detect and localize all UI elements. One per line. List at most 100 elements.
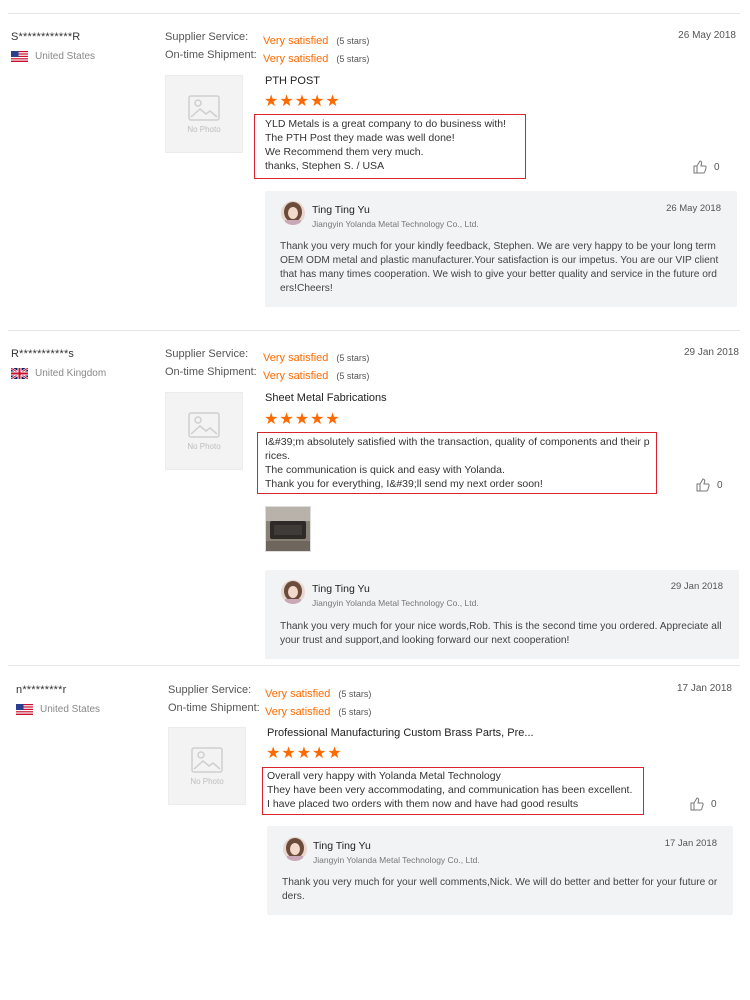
review-date: 17 Jan 2018 xyxy=(676,683,732,694)
supplier-service-rating: Very satisfied (5 stars) xyxy=(263,348,369,366)
like-button[interactable]: 0 xyxy=(696,478,723,492)
buyer-name: n*********r xyxy=(16,684,67,696)
product-title[interactable]: Sheet Metal Fabrications xyxy=(265,392,387,404)
star-icon: ★ xyxy=(327,745,342,762)
supplier-reply: Ting Ting Yu Jiangyin Yolanda Metal Tech… xyxy=(267,826,733,915)
divider xyxy=(8,665,740,666)
buyer-country: United States xyxy=(16,704,100,715)
buyer-country: United Kingdom xyxy=(11,368,106,379)
ontime-shipment-value: Very satisfied xyxy=(263,370,329,382)
review-comment: YLD Metals is a great company to do busi… xyxy=(265,118,507,172)
us-flag-icon xyxy=(16,704,33,715)
star-icon: ★ xyxy=(281,745,296,762)
star-icon: ★ xyxy=(296,745,312,762)
supplier-service-rating: Very satisfied (5 stars) xyxy=(263,31,369,49)
image-placeholder-icon xyxy=(188,411,220,438)
like-button[interactable]: 0 xyxy=(693,160,720,174)
reply-date: 17 Jan 2018 xyxy=(664,838,717,849)
ontime-shipment-label: On-time Shipment: xyxy=(168,702,260,714)
star-icon: ★ xyxy=(325,93,340,110)
ontime-shipment-rating: Very satisfied (5 stars) xyxy=(265,702,371,720)
star-icon: ★ xyxy=(279,411,294,428)
reply-author: Ting Ting Yu xyxy=(312,583,370,595)
supplier-reply: Ting Ting Yu Jiangyin Yolanda Metal Tech… xyxy=(265,570,739,659)
star-icon: ★ xyxy=(264,93,279,110)
divider-top xyxy=(8,13,740,14)
reply-company: Jiangyin Yolanda Metal Technology Co., L… xyxy=(313,855,480,865)
ontime-shipment-label: On-time Shipment: xyxy=(165,366,257,378)
no-photo-label: No Photo xyxy=(187,124,221,134)
like-count: 0 xyxy=(711,798,717,810)
review-comment: I&#39;m absolutely satisfied with the tr… xyxy=(265,436,650,490)
ontime-shipment-value: Very satisfied xyxy=(263,53,329,65)
buyer-name: S************R xyxy=(11,31,81,43)
us-flag-icon xyxy=(11,51,28,62)
like-count: 0 xyxy=(717,479,723,491)
review-date: 26 May 2018 xyxy=(678,30,736,41)
image-placeholder-icon xyxy=(191,746,223,773)
supplier-service-value: Very satisfied xyxy=(263,352,329,364)
reply-date: 26 May 2018 xyxy=(666,203,721,214)
ontime-shipment-stars: (5 stars) xyxy=(336,54,370,64)
star-icon: ★ xyxy=(312,745,327,762)
star-icon: ★ xyxy=(264,411,279,428)
ontime-shipment-rating: Very satisfied (5 stars) xyxy=(263,366,369,384)
star-rating: ★ ★ ★ ★ ★ xyxy=(264,412,340,428)
supplier-service-stars: (5 stars) xyxy=(336,353,370,363)
star-rating: ★ ★ ★ ★ ★ xyxy=(264,94,340,110)
avatar xyxy=(281,201,305,225)
reply-text: Thank you very much for your well commen… xyxy=(282,877,718,902)
review-comment: Overall very happy with Yolanda Metal Te… xyxy=(267,770,633,810)
uk-flag-icon xyxy=(11,368,28,379)
ontime-shipment-stars: (5 stars) xyxy=(338,707,372,717)
ontime-shipment-value: Very satisfied xyxy=(265,706,331,718)
ontime-shipment-label: On-time Shipment: xyxy=(165,49,257,61)
buyer-country: United States xyxy=(11,51,95,62)
supplier-service-rating: Very satisfied (5 stars) xyxy=(265,684,371,702)
reply-author: Ting Ting Yu xyxy=(313,840,371,852)
ontime-shipment-stars: (5 stars) xyxy=(336,371,370,381)
reply-date: 29 Jan 2018 xyxy=(670,581,723,592)
country-name: United States xyxy=(40,704,101,715)
star-icon: ★ xyxy=(325,411,340,428)
avatar xyxy=(283,837,307,861)
reply-company: Jiangyin Yolanda Metal Technology Co., L… xyxy=(312,598,479,608)
product-thumbnail[interactable]: No Photo xyxy=(168,727,246,805)
no-photo-label: No Photo xyxy=(190,776,224,786)
star-rating: ★ ★ ★ ★ ★ xyxy=(266,746,342,762)
thumbs-up-icon xyxy=(690,797,704,811)
reply-text: Thank you very much for your kindly feed… xyxy=(280,241,719,294)
review-photo[interactable] xyxy=(265,506,311,552)
reply-company: Jiangyin Yolanda Metal Technology Co., L… xyxy=(312,219,479,229)
avatar xyxy=(281,580,305,604)
product-thumbnail[interactable]: No Photo xyxy=(165,75,243,153)
star-icon: ★ xyxy=(294,93,310,110)
supplier-reply: Ting Ting Yu Jiangyin Yolanda Metal Tech… xyxy=(265,191,737,307)
product-title[interactable]: Professional Manufacturing Custom Brass … xyxy=(267,727,534,739)
country-name: United Kingdom xyxy=(35,368,107,379)
star-icon: ★ xyxy=(266,745,281,762)
supplier-service-stars: (5 stars) xyxy=(336,36,370,46)
product-title[interactable]: PTH POST xyxy=(265,75,320,87)
supplier-service-value: Very satisfied xyxy=(265,688,331,700)
like-button[interactable]: 0 xyxy=(690,797,717,811)
review-date: 29 Jan 2018 xyxy=(683,347,739,358)
thumbs-up-icon xyxy=(696,478,710,492)
like-count: 0 xyxy=(714,161,720,173)
ontime-shipment-rating: Very satisfied (5 stars) xyxy=(263,49,369,67)
reply-text: Thank you very much for your nice words,… xyxy=(280,621,722,646)
star-icon: ★ xyxy=(310,93,325,110)
no-photo-label: No Photo xyxy=(187,441,221,451)
supplier-service-label: Supplier Service: xyxy=(168,684,252,696)
image-placeholder-icon xyxy=(188,94,220,121)
country-name: United States xyxy=(35,51,96,62)
star-icon: ★ xyxy=(294,411,310,428)
buyer-name: R***********s xyxy=(11,348,75,360)
supplier-service-value: Very satisfied xyxy=(263,35,329,47)
supplier-service-label: Supplier Service: xyxy=(165,31,249,43)
supplier-service-stars: (5 stars) xyxy=(338,689,372,699)
thumbs-up-icon xyxy=(693,160,707,174)
product-thumbnail[interactable]: No Photo xyxy=(165,392,243,470)
star-icon: ★ xyxy=(310,411,325,428)
reply-author: Ting Ting Yu xyxy=(312,204,370,216)
